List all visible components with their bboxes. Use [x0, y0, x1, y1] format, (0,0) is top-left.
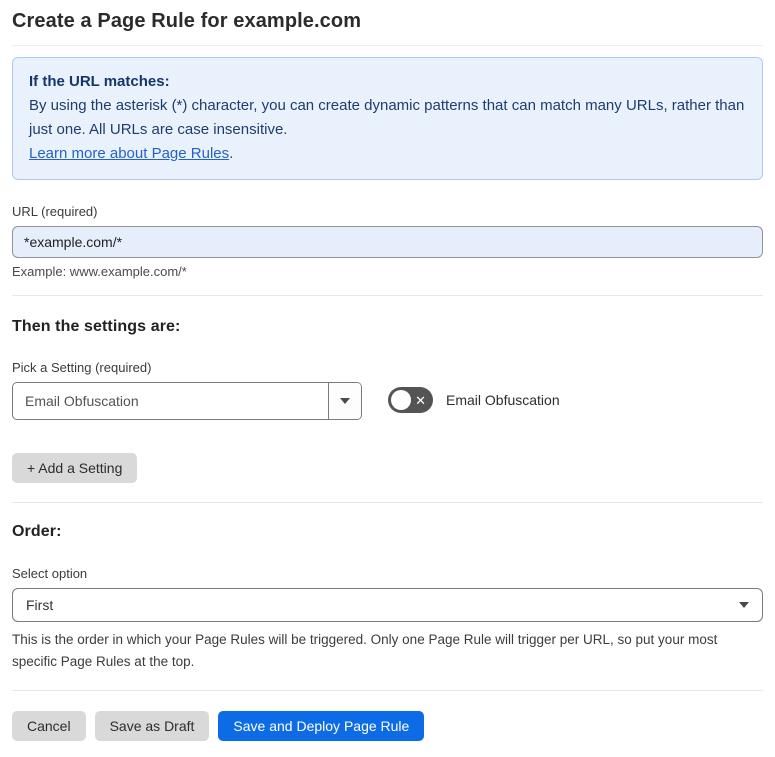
- info-box-body: By using the asterisk (*) character, you…: [29, 97, 745, 138]
- email-obfuscation-toggle[interactable]: ✕: [388, 387, 433, 413]
- setting-picker-block: Pick a Setting (required) Email Obfuscat…: [12, 360, 362, 420]
- url-input[interactable]: [12, 226, 763, 258]
- save-as-draft-button[interactable]: Save as Draft: [94, 711, 210, 741]
- settings-heading: Then the settings are:: [12, 318, 181, 335]
- divider: [12, 295, 763, 296]
- page-title: Create a Page Rule for example.com: [12, 10, 763, 46]
- toggle-label: Email Obfuscation: [446, 392, 560, 408]
- save-and-deploy-button[interactable]: Save and Deploy Page Rule: [218, 711, 425, 741]
- cancel-button[interactable]: Cancel: [12, 711, 86, 741]
- order-help-text: This is the order in which your Page Rul…: [12, 632, 718, 669]
- link-suffix: .: [229, 145, 234, 162]
- url-section: URL (required) Example: www.example.com/…: [12, 204, 763, 279]
- footer-actions: Cancel Save as Draft Save and Deploy Pag…: [12, 690, 763, 741]
- setting-select-value: Email Obfuscation: [25, 393, 139, 409]
- setting-select-caret-button[interactable]: [328, 383, 361, 419]
- order-select[interactable]: First: [12, 588, 763, 622]
- order-section: Order: Select option First This is the o…: [12, 523, 763, 673]
- email-obfuscation-toggle-group: ✕ Email Obfuscation: [388, 387, 560, 413]
- url-example-hint: Example: www.example.com/*: [12, 264, 187, 279]
- settings-section: Then the settings are: Pick a Setting (r…: [12, 318, 763, 483]
- toggle-knob: [391, 390, 411, 410]
- order-heading: Order:: [12, 523, 62, 540]
- chevron-down-icon: [739, 602, 749, 608]
- info-box-heading: If the URL matches:: [29, 73, 170, 90]
- info-box-link-line: Learn more about Page Rules.: [29, 142, 746, 166]
- divider: [12, 502, 763, 503]
- learn-more-link[interactable]: Learn more about Page Rules: [29, 145, 229, 162]
- create-page-rule-form: Create a Page Rule for example.com If th…: [0, 0, 775, 757]
- chevron-down-icon: [340, 398, 350, 404]
- add-setting-button[interactable]: + Add a Setting: [12, 453, 138, 483]
- url-label: URL (required): [12, 204, 98, 219]
- url-match-info-box: If the URL matches: By using the asteris…: [12, 57, 763, 180]
- setting-select[interactable]: Email Obfuscation: [12, 382, 362, 420]
- select-option-label: Select option: [12, 566, 88, 581]
- toggle-off-x-icon: ✕: [415, 392, 426, 408]
- pick-setting-label: Pick a Setting (required): [12, 360, 152, 375]
- order-select-value: First: [26, 597, 54, 613]
- setting-picker-row: Pick a Setting (required) Email Obfuscat…: [12, 360, 763, 420]
